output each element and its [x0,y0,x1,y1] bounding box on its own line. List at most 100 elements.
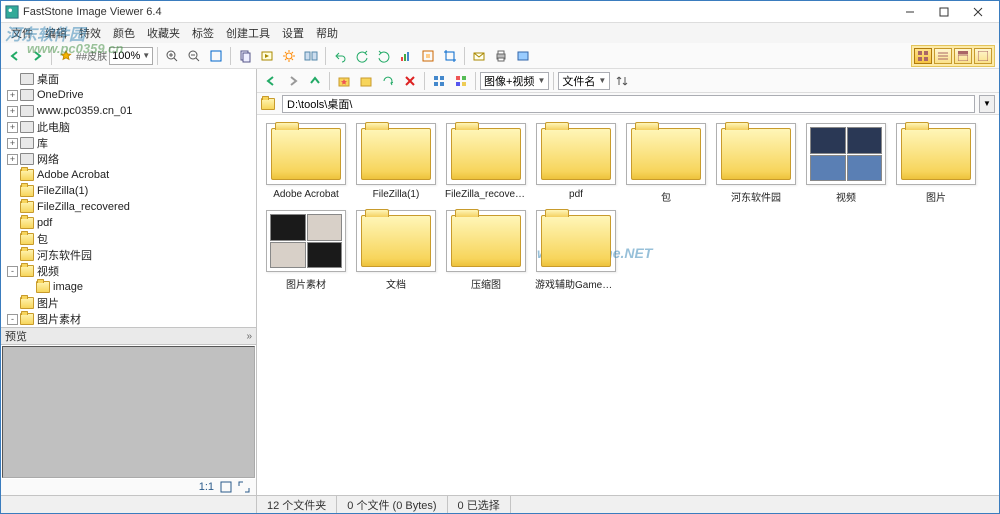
histogram-button[interactable] [396,46,416,66]
tree-node[interactable]: +库 [3,135,254,151]
expander-icon[interactable]: + [7,90,18,101]
tree-node[interactable]: FileZilla(1) [3,183,254,199]
zoom-in-button[interactable] [162,46,182,66]
scan-button[interactable] [513,46,533,66]
zoom-combo[interactable]: 100%▼ [109,47,153,65]
tree-node[interactable]: -视频 [3,263,254,279]
nav-up-button[interactable] [305,71,325,91]
thumb-item[interactable]: FileZilla_recovered [445,123,527,204]
thumb-item[interactable]: 图片 [895,123,977,204]
forward-button[interactable] [27,46,47,66]
thumb-item[interactable]: 压缩图 [445,210,527,291]
view-detail-button[interactable] [954,48,972,64]
tree-node[interactable]: +OneDrive [3,87,254,103]
maximize-button[interactable] [927,2,961,22]
menu-4[interactable]: 收藏夹 [141,23,186,43]
nav-forward-button[interactable] [283,71,303,91]
preview-header[interactable]: 预览» [1,327,256,345]
tree-node[interactable]: +www.pc0359.cn_01 [3,103,254,119]
thumb-box [626,123,706,185]
thumb-item[interactable]: 视频 [805,123,887,204]
thumb-item[interactable]: 包 [625,123,707,204]
thumb-item[interactable]: 游戏辅助GameOfM... [535,210,617,291]
copy-button[interactable] [235,46,255,66]
view-full-button[interactable] [974,48,992,64]
back-button[interactable] [5,46,25,66]
fav-folder-button[interactable] [334,71,354,91]
fit-icon[interactable] [220,481,232,493]
thumbnail-grid[interactable]: www.nHome.NET Adobe AcrobatFileZilla(1)F… [257,115,999,495]
settings-button[interactable] [279,46,299,66]
tree-node[interactable]: +此电脑 [3,119,254,135]
tree-node[interactable]: image [3,279,254,295]
print-button[interactable] [491,46,511,66]
select-all-button[interactable] [429,71,449,91]
thumb-item[interactable]: Adobe Acrobat [265,123,347,204]
expander-icon[interactable]: + [7,106,18,117]
menu-5[interactable]: 标签 [186,23,220,43]
close-button[interactable] [961,2,995,22]
menu-1[interactable]: 编辑 [39,23,73,43]
fit-button[interactable] [206,46,226,66]
expander-icon [7,202,18,213]
filter-combo[interactable]: 图像+视频▼ [480,72,549,90]
tree-node[interactable]: -图片素材 [3,311,254,327]
tree-node[interactable]: Adobe Acrobat [3,167,254,183]
rotate-left-button[interactable] [352,46,372,66]
tree-node[interactable]: +网络 [3,151,254,167]
expand-icon[interactable] [238,481,250,493]
tree-node[interactable]: pdf [3,215,254,231]
sort-combo[interactable]: 文件名▼ [558,72,610,90]
tree-node[interactable]: 包 [3,231,254,247]
expander-icon[interactable]: + [7,138,18,149]
thumb-item[interactable]: 河东软件园 [715,123,797,204]
rotate-right-button[interactable] [374,46,394,66]
expander-icon[interactable]: - [7,266,18,277]
menu-3[interactable]: 颜色 [107,23,141,43]
view-list-button[interactable] [934,48,952,64]
slideshow-button[interactable] [257,46,277,66]
new-folder-button[interactable] [356,71,376,91]
menu-2[interactable]: 特效 [73,23,107,43]
compare-button[interactable] [301,46,321,66]
email-button[interactable] [469,46,489,66]
menu-8[interactable]: 帮助 [310,23,344,43]
undo-button[interactable] [330,46,350,66]
tree-node[interactable]: FileZilla_recovered [3,199,254,215]
expander-icon [7,250,18,261]
refresh-button[interactable] [378,71,398,91]
folder-icon [20,297,34,309]
thumb-item[interactable]: FileZilla(1) [355,123,437,204]
thumb-box [536,123,616,185]
expander-icon[interactable]: + [7,154,18,165]
expander-icon[interactable]: + [7,122,18,133]
thumb-item[interactable]: pdf [535,123,617,204]
menu-6[interactable]: 创建工具 [220,23,276,43]
view-thumb-button[interactable] [914,48,932,64]
path-input[interactable]: D:\tools\桌面\ [282,95,975,113]
zoom-out-button[interactable] [184,46,204,66]
thumb-item[interactable]: 文档 [355,210,437,291]
thumb-label: 包 [625,189,707,204]
nav-back-button[interactable] [261,71,281,91]
menu-0[interactable]: 文件 [5,23,39,43]
path-dropdown-button[interactable]: ▼ [979,95,995,113]
delete-button[interactable] [400,71,420,91]
minimize-button[interactable] [893,2,927,22]
tree-node[interactable]: 图片 [3,295,254,311]
expander-icon[interactable]: - [7,314,18,325]
expander-icon [7,218,18,229]
menubar: 河东软件园 文件编辑特效颜色收藏夹标签创建工具设置帮助 [1,23,999,43]
crop-button[interactable] [440,46,460,66]
tag-button[interactable] [451,71,471,91]
thumb-label: 图片素材 [265,276,347,291]
tree-node[interactable]: 桌面 [3,71,254,87]
tree-node[interactable]: 河东软件园 [3,247,254,263]
thumb-item[interactable]: 图片素材 [265,210,347,291]
menu-7[interactable]: 设置 [276,23,310,43]
folder-tree[interactable]: 桌面+OneDrive+www.pc0359.cn_01+此电脑+库+网络Ado… [1,69,256,327]
sort-dir-button[interactable] [612,71,632,91]
resize-button[interactable] [418,46,438,66]
tree-label: FileZilla(1) [37,185,88,197]
favorites-button[interactable] [56,46,76,66]
